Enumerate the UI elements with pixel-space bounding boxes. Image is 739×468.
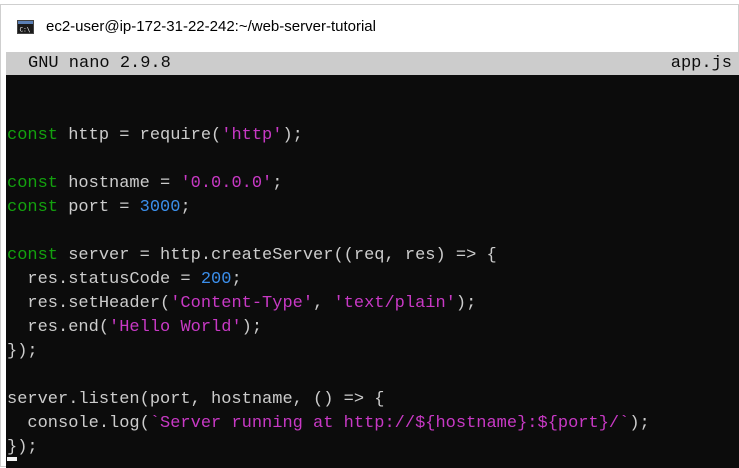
- code-token: });: [7, 342, 38, 361]
- code-token: console.log(: [7, 414, 150, 433]
- code-token: );: [455, 294, 477, 313]
- code-token: );: [282, 126, 303, 145]
- editor-area[interactable]: const http = require('http'); const host…: [6, 75, 739, 468]
- code-token: 200: [200, 270, 232, 289]
- code-token: 3000: [139, 198, 181, 217]
- code-token: 'Content-Type': [170, 294, 314, 313]
- svg-text:C:\: C:\: [20, 27, 31, 34]
- code-line: const http = require('http');: [7, 124, 650, 148]
- code-line: const hostname = '0.0.0.0';: [7, 172, 650, 196]
- code-token: ,: [313, 294, 334, 313]
- code-token: });: [7, 438, 38, 457]
- code-token: server = http.createServer((req, res) =>…: [58, 246, 497, 265]
- code-token: '0.0.0.0': [180, 174, 273, 193]
- nano-version: GNU nano 2.9.8: [28, 54, 171, 73]
- code-token: server.listen(port, hostname, () => {: [7, 390, 385, 409]
- code-token: ;: [180, 198, 191, 217]
- code-token: res.setHeader(: [7, 294, 171, 313]
- code-line: const port = 3000;: [7, 196, 650, 220]
- nano-filename: app.js: [670, 54, 732, 73]
- nano-header-bar: GNU nano 2.9.8 app.js: [6, 52, 739, 75]
- window-titlebar[interactable]: C:\ ec2-user@ip-172-31-22-242:~/web-serv…: [1, 5, 738, 49]
- code-token: `Server running at http://${hostname}:${…: [149, 414, 630, 433]
- code-token: res.end(: [7, 318, 110, 337]
- code-buffer[interactable]: const http = require('http'); const host…: [7, 100, 650, 460]
- code-token: 'Hello World': [109, 318, 242, 337]
- terminal-window[interactable]: C:\ ec2-user@ip-172-31-22-242:~/web-serv…: [0, 4, 739, 468]
- code-token: );: [241, 318, 263, 337]
- code-line: res.setHeader('Content-Type', 'text/plai…: [7, 292, 650, 316]
- code-token: const: [7, 174, 59, 193]
- code-token: res.statusCode =: [7, 270, 201, 289]
- code-line: });: [7, 436, 650, 460]
- code-line: server.listen(port, hostname, () => {: [7, 388, 650, 412]
- code-line: console.log(`Server running at http://${…: [7, 412, 650, 436]
- code-token: 'http': [221, 126, 283, 145]
- code-line: res.statusCode = 200;: [7, 268, 650, 292]
- code-token: 'text/plain': [333, 294, 456, 313]
- code-token: http = require(: [58, 126, 222, 145]
- text-cursor: [7, 457, 17, 461]
- code-token: ;: [231, 270, 242, 289]
- code-line: res.end('Hello World');: [7, 316, 650, 340]
- code-token: const: [7, 126, 59, 145]
- code-token: const: [7, 246, 59, 265]
- code-line: const server = http.createServer((req, r…: [7, 244, 650, 268]
- code-token: hostname =: [58, 174, 181, 193]
- code-token: const: [7, 198, 59, 217]
- terminal-icon: C:\: [17, 20, 34, 34]
- code-token: );: [629, 414, 650, 433]
- window-title: ec2-user@ip-172-31-22-242:~/web-server-t…: [46, 18, 376, 35]
- code-token: port =: [58, 198, 140, 217]
- code-token: ;: [272, 174, 283, 193]
- code-line: });: [7, 340, 650, 364]
